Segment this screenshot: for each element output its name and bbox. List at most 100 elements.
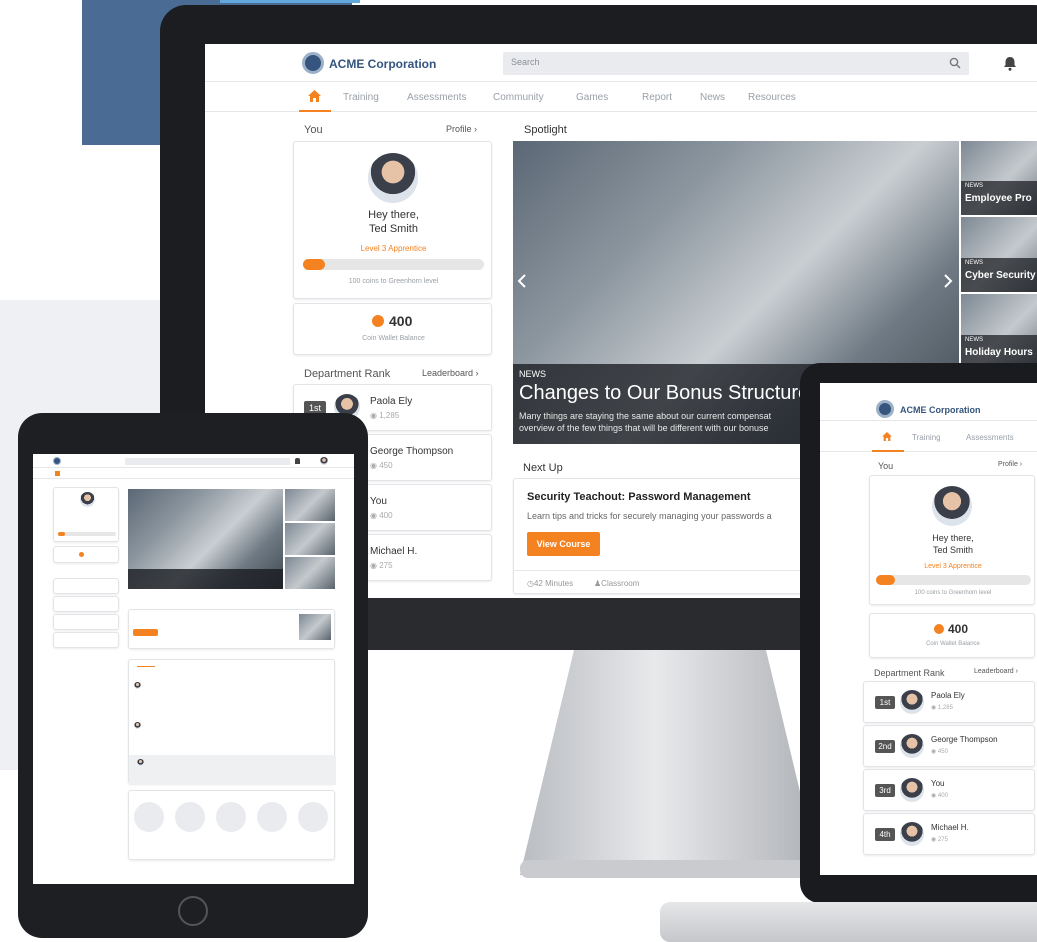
rank-points: ◉ 400 — [370, 511, 393, 520]
nav-training[interactable]: Training — [912, 433, 941, 442]
nav-games[interactable]: Games — [576, 92, 608, 103]
side-news-item[interactable] — [285, 557, 335, 589]
coins-to-next: 100 coins to Greenhorn level — [348, 278, 439, 285]
search-input[interactable] — [125, 458, 290, 465]
view-course-button[interactable] — [133, 629, 158, 636]
rank-name: You — [370, 496, 387, 507]
avatar — [900, 778, 924, 802]
resource-icon[interactable] — [134, 802, 164, 832]
spotlight-tag: NEWS — [519, 369, 546, 379]
wallet-value: 400 — [389, 313, 413, 329]
side-news-caption: NEWS Employee Pro — [961, 181, 1037, 215]
leaderboard-link[interactable]: Leaderboard › — [422, 368, 479, 378]
home-icon[interactable] — [882, 432, 892, 441]
side-news-item[interactable] — [285, 523, 335, 555]
company-name: ACME Corporation — [900, 405, 981, 415]
search-input[interactable]: Search — [503, 52, 969, 75]
tablet-header — [33, 454, 354, 468]
rank-row[interactable] — [53, 632, 119, 648]
avatar — [80, 492, 95, 507]
spotlight-caption — [128, 569, 283, 589]
resource-icon[interactable] — [216, 802, 246, 832]
course-title[interactable]: Security Teachout: Password Management — [527, 491, 751, 503]
side-news-tag: NEWS — [965, 183, 983, 189]
background-accent-bar — [220, 0, 360, 3]
rank-row[interactable]: 1st Paola Ely ◉ 1,285 — [863, 681, 1035, 723]
leaderboard-link[interactable]: Leaderboard › — [974, 668, 1018, 675]
next-up-title: Next Up — [523, 462, 563, 474]
rank-points: ◉ 1,285 — [370, 411, 400, 420]
nav-news[interactable]: News — [700, 92, 725, 103]
nav-resources[interactable]: Resources — [748, 92, 796, 103]
resource-icon[interactable] — [298, 802, 328, 832]
rank-row[interactable]: 3rd You ◉ 400 — [863, 769, 1035, 811]
rank-row[interactable]: 4th Michael H. ◉ 275 — [863, 813, 1035, 855]
company-logo-icon — [53, 457, 61, 465]
avatar[interactable] — [932, 486, 972, 526]
company-logo-icon[interactable] — [302, 52, 324, 74]
nav-assessments[interactable]: Assessments — [407, 92, 466, 103]
company-name: ACME Corporation — [329, 57, 437, 71]
greeting-line: Hey there, — [368, 209, 419, 221]
nav-assessments[interactable]: Assessments — [966, 433, 1014, 442]
search-placeholder: Search — [511, 57, 540, 67]
side-news-item[interactable]: NEWS Employee Pro — [961, 141, 1037, 215]
avatar[interactable] — [368, 153, 418, 203]
side-news-item[interactable]: NEWS Holiday Hours — [961, 294, 1037, 369]
view-course-button[interactable]: View Course — [527, 532, 600, 556]
greeting-line: Hey there, — [932, 533, 974, 543]
user-name: Ted Smith — [932, 545, 974, 555]
rank-row[interactable] — [53, 614, 119, 630]
home-tab-indicator — [872, 450, 904, 452]
tablet-home-button[interactable] — [178, 896, 208, 926]
nav-community[interactable]: Community — [493, 92, 544, 103]
side-news-item[interactable]: NEWS Cyber Security — [961, 217, 1037, 292]
rank-points: ◉ 1,285 — [931, 705, 953, 711]
company-logo-icon[interactable] — [876, 400, 894, 418]
carousel-prev-icon[interactable] — [517, 274, 527, 288]
nav-training[interactable]: Training — [343, 92, 379, 103]
side-news-item[interactable] — [285, 489, 335, 521]
resource-icon[interactable] — [257, 802, 287, 832]
you-title: You — [304, 124, 323, 136]
side-news-tag: NEWS — [965, 260, 983, 266]
nav-report[interactable]: Report — [642, 92, 672, 103]
rank-points: ◉ 450 — [370, 461, 393, 470]
course-description: Learn tips and tricks for securely manag… — [527, 511, 772, 521]
spotlight-body: Many things are staying the same about o… — [519, 411, 772, 421]
rank-name: Michael H. — [370, 546, 418, 557]
rank-row[interactable]: 2nd George Thompson ◉ 450 — [863, 725, 1035, 767]
rank-points: ◉ 450 — [931, 749, 948, 755]
laptop-header: ACME Corporation — [820, 383, 1037, 421]
profile-link[interactable]: Profile › — [998, 461, 1022, 468]
wallet-label: Coin Wallet Balance — [362, 335, 425, 342]
level-label: Level 3 Apprentice — [360, 244, 427, 253]
resource-icon[interactable] — [175, 802, 205, 832]
home-tab-indicator — [299, 110, 331, 112]
coin-icon — [79, 552, 84, 557]
bell-icon[interactable] — [1003, 56, 1017, 71]
laptop-screen: ACME Corporation Training Assessments Yo… — [820, 383, 1037, 875]
level-progress-bar — [58, 532, 116, 536]
home-icon[interactable] — [55, 471, 60, 476]
home-icon[interactable] — [308, 90, 321, 102]
level-progress-fill — [58, 532, 65, 536]
wallet-card — [53, 546, 119, 563]
side-news-title: Holiday Hours — [965, 347, 1033, 358]
carousel-next-icon[interactable] — [943, 274, 953, 288]
greeting: Hey there, Ted Smith — [294, 208, 493, 236]
side-news-title: Cyber Security — [965, 270, 1036, 281]
avatar — [134, 722, 141, 729]
rank-name: Paola Ely — [931, 691, 965, 700]
avatar[interactable] — [320, 457, 328, 465]
coins-to-next: 100 coins to Greenhorn level — [914, 590, 992, 596]
rank-row[interactable] — [53, 596, 119, 612]
rank-points: ◉ 275 — [370, 561, 393, 570]
rank-row[interactable] — [53, 578, 119, 594]
profile-link[interactable]: Profile › — [446, 124, 477, 134]
search-icon[interactable] — [949, 57, 961, 69]
wallet-card: 400 Coin Wallet Balance — [869, 613, 1035, 658]
level-label: Level 3 Apprentice — [924, 563, 982, 570]
bell-icon[interactable] — [295, 458, 300, 464]
spotlight-banner[interactable] — [128, 489, 283, 589]
